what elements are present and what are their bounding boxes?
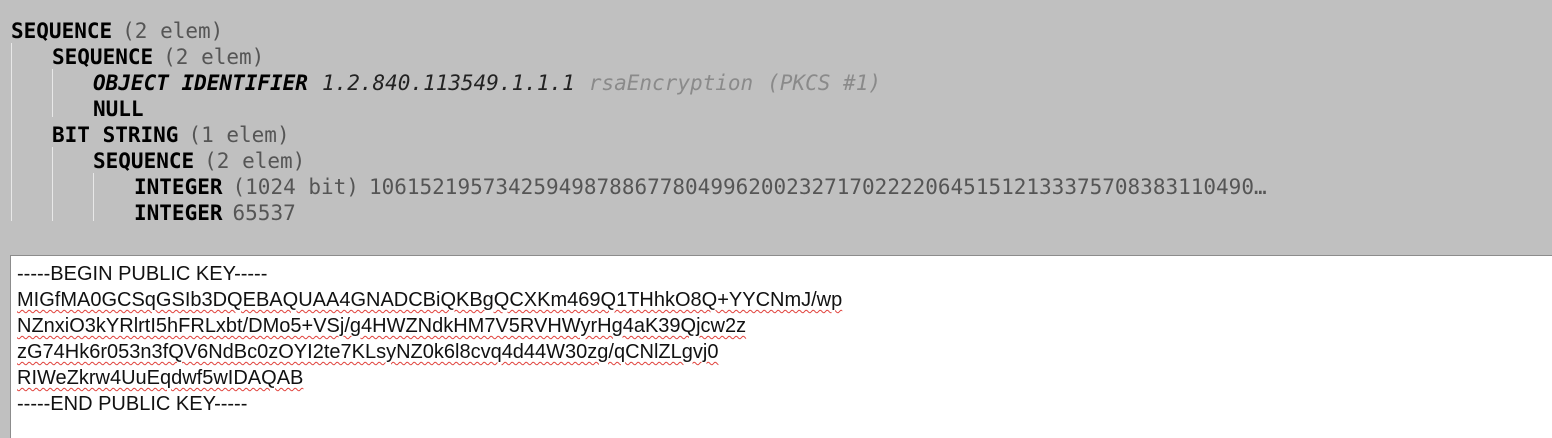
tree-node-sequence-algorithm[interactable]: SEQUENCE (2 elem) <box>52 44 264 70</box>
oid-value: 1.2.840.113549.1.1.1 <box>321 71 575 95</box>
node-element-count: (2 elem) <box>122 19 224 43</box>
node-element-count: (1 elem) <box>188 123 290 147</box>
node-tag: BIT STRING <box>52 123 179 147</box>
node-tag: SEQUENCE <box>52 45 154 69</box>
node-tag: SEQUENCE <box>93 149 195 173</box>
tree-node-bit-string[interactable]: BIT STRING (1 elem) <box>52 122 290 148</box>
pem-body-line: zG74Hk6r053n3fQV6NdBc0zOYI2te7KLsyNZ0k6l… <box>17 341 719 363</box>
pem-header-line: -----BEGIN PUBLIC KEY----- <box>17 263 268 285</box>
node-tag: NULL <box>93 97 144 121</box>
indent-guide <box>93 173 94 221</box>
node-tag: INTEGER <box>134 175 223 199</box>
node-element-count: (2 elem) <box>204 149 306 173</box>
indent-guide <box>11 43 12 221</box>
tree-node-null[interactable]: NULL <box>93 96 144 122</box>
tree-node-object-identifier[interactable]: OBJECT IDENTIFIER 1.2.840.113549.1.1.1 rsa… <box>93 70 881 96</box>
pem-body-line: NZnxiO3kYRlrtI5hFRLxbt/DMo5+VSj/g4HWZNdk… <box>17 315 747 337</box>
node-element-count: (2 elem) <box>163 45 265 69</box>
tree-node-sequence-key[interactable]: SEQUENCE (2 elem) <box>93 148 305 174</box>
pem-footer-line: -----END PUBLIC KEY----- <box>17 393 248 415</box>
pem-textarea[interactable]: -----BEGIN PUBLIC KEY----- MIGfMA0GCSqGS… <box>10 255 1552 438</box>
tree-node-integer-modulus[interactable]: INTEGER (1024 bit) 10615219573425949878867… <box>134 174 1267 200</box>
tree-node-integer-exponent[interactable]: INTEGER 65537 <box>134 200 296 226</box>
indent-guide <box>52 69 53 117</box>
integer-value: 65537 <box>232 201 296 225</box>
oid-name: rsaEncryption <box>588 71 754 95</box>
node-tag: OBJECT IDENTIFIER <box>93 71 308 95</box>
asn1-tree-panel: SEQUENCE (2 elem) SEQUENCE (2 elem) OBJECT… <box>0 0 1552 250</box>
node-tag: INTEGER <box>134 201 223 225</box>
pem-body-line: RIWeZkrw4UuEqdwf5wIDAQAB <box>17 367 304 389</box>
oid-reference: (PKCS #1) <box>767 71 881 95</box>
indent-guide <box>52 147 53 221</box>
node-tag: SEQUENCE <box>11 19 113 43</box>
tree-node-sequence-root[interactable]: SEQUENCE (2 elem) <box>11 18 223 44</box>
node-bit-length: (1024 bit) <box>232 175 359 199</box>
integer-value: 1061521957342594987886778049962002327170… <box>368 175 1267 199</box>
pem-body-line: MIGfMA0GCSqGSIb3DQEBAQUAA4GNADCBiQKBgQCX… <box>17 289 843 311</box>
